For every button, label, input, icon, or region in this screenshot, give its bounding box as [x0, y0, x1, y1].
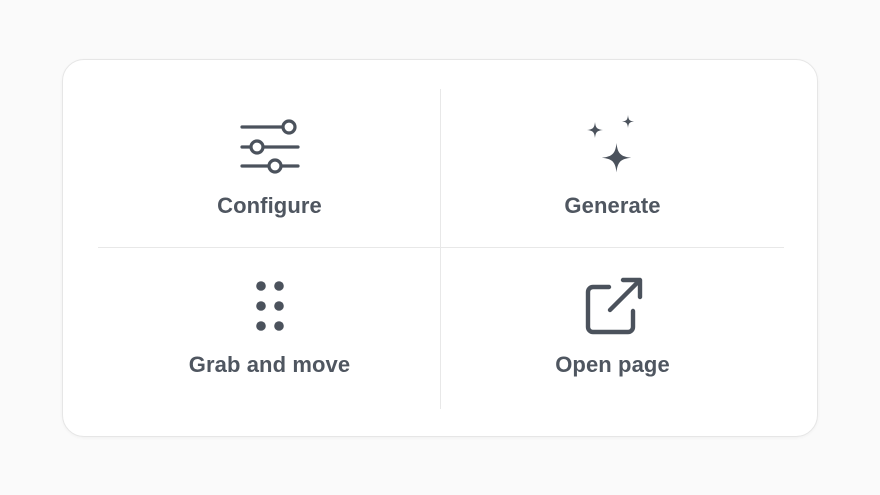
external-link-icon [581, 275, 645, 339]
generate-button[interactable]: Generate [441, 89, 784, 248]
action-grid: Configure Generate Grab and move Open pa… [98, 89, 784, 409]
grab-and-move-label: Grab and move [188, 352, 351, 377]
open-page-button[interactable]: Open page [441, 248, 784, 409]
sliders-icon [238, 114, 302, 178]
configure-button[interactable]: Configure [98, 89, 441, 248]
configure-label: Configure [217, 193, 322, 218]
open-page-label: Open page [555, 352, 670, 377]
action-menu-card: Configure Generate Grab and move Open pa… [62, 59, 818, 437]
grab-and-move-button[interactable]: Grab and move [98, 248, 441, 409]
generate-label: Generate [564, 193, 661, 218]
sparkles-icon [581, 114, 645, 178]
drag-handle-icon [238, 275, 302, 339]
